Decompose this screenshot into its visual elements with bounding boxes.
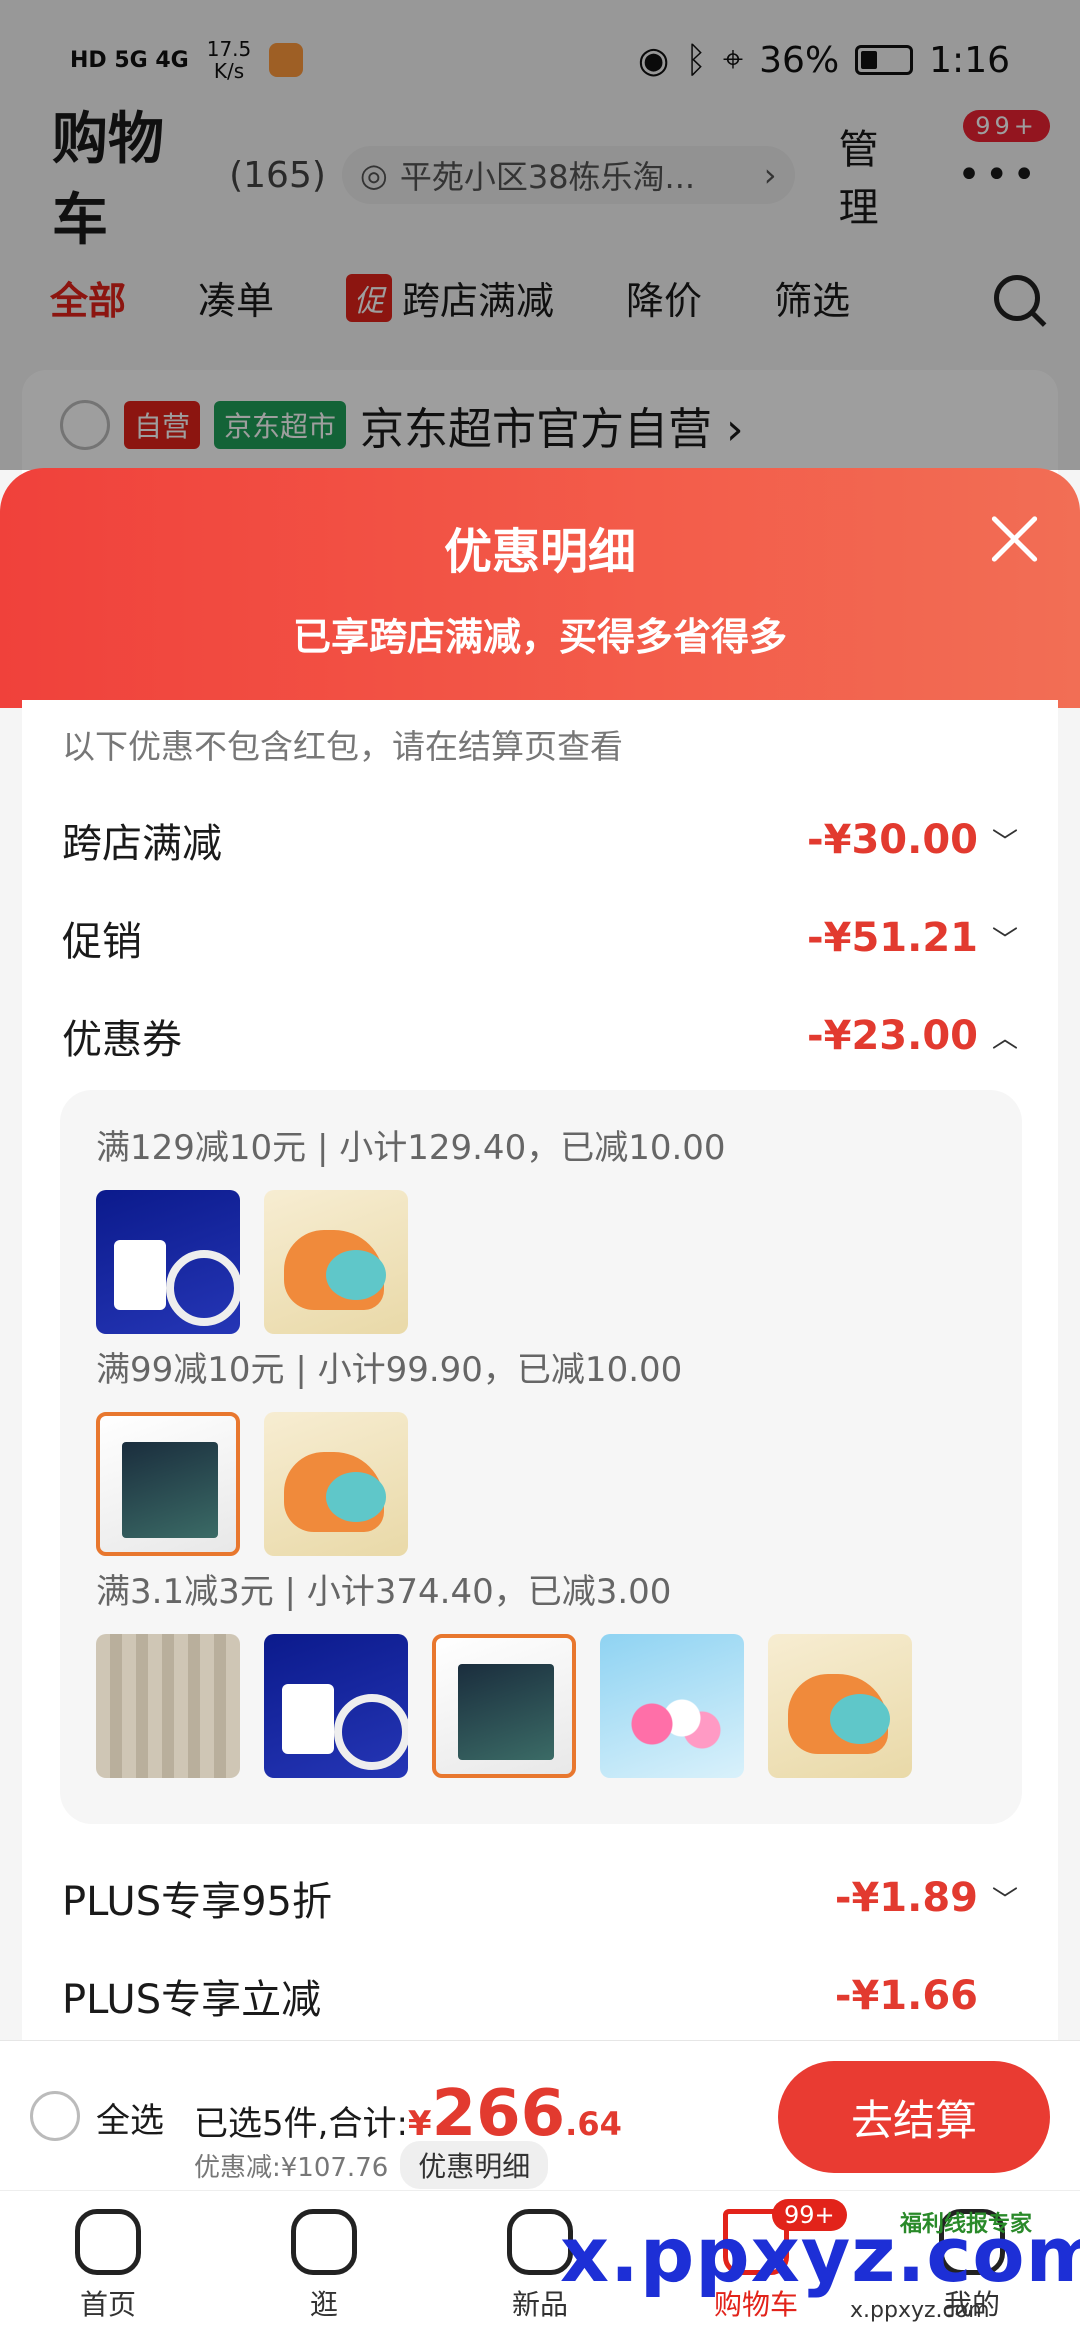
currency-symbol: ¥ <box>407 2104 432 2144</box>
total-price: 已选5件,合计: ¥ 266 .64 <box>194 2077 622 2151</box>
total-decimal: .64 <box>565 2105 622 2143</box>
watermark-sub: x.ppxyz.com <box>850 2298 990 2323</box>
product-thumbnail[interactable] <box>96 1190 240 1334</box>
product-thumbnail[interactable] <box>768 1634 912 1778</box>
discount-sheet-header: 优惠明细 已享跨店满减，买得多省得多 <box>0 468 1080 708</box>
chevron-down-icon: ﹀ <box>991 827 1018 858</box>
row-label: 促销 <box>62 919 142 965</box>
selected-summary: 已选5件,合计: <box>194 2104 408 2144</box>
promotion-row[interactable]: 促销 -¥51.21 ﹀ <box>62 898 1018 978</box>
modal-overlay[interactable] <box>0 0 1080 470</box>
select-all-radio[interactable] <box>30 2091 80 2141</box>
row-amount: -¥30.00 <box>807 817 978 863</box>
coupon-group-products <box>96 1634 912 1778</box>
nav-home[interactable]: 首页 <box>0 2191 216 2340</box>
coupon-group-title: 满3.1减3元 | 小计374.40，已减3.00 <box>96 1572 672 1612</box>
coupon-group-products <box>96 1412 408 1556</box>
chevron-down-icon: ﹀ <box>991 1885 1018 1916</box>
coupon-group-title: 满129减10元 | 小计129.40，已减10.00 <box>96 1128 726 1168</box>
row-label: PLUS专享95折 <box>62 1879 332 1925</box>
plus-discount-row[interactable]: PLUS专享95折 -¥1.89 ﹀ <box>62 1858 1018 1938</box>
coupon-group-products <box>96 1190 408 1334</box>
total-integer: 266 <box>431 2077 566 2151</box>
product-thumbnail[interactable] <box>432 1634 576 1778</box>
row-label: 跨店满减 <box>62 821 222 867</box>
chevron-down-icon: ﹀ <box>991 925 1018 956</box>
nav-browse[interactable]: 逛 <box>216 2191 432 2340</box>
watermark: x.ppxyz.com <box>560 2210 1080 2299</box>
discount-detail-button[interactable]: 优惠明细 <box>400 2141 549 2189</box>
row-amount: -¥23.00 <box>807 1013 978 1059</box>
discount-summary: 优惠减:¥107.76 优惠明细 <box>194 2141 549 2189</box>
select-all-label[interactable]: 全选 <box>96 2093 164 2142</box>
product-thumbnail[interactable] <box>96 1634 240 1778</box>
chevron-up-icon: ︿ <box>991 1023 1018 1054</box>
row-label: PLUS专享立减 <box>62 1977 322 2023</box>
checkout-bar: 全选 已选5件,合计: ¥ 266 .64 优惠减:¥107.76 优惠明细 去… <box>0 2040 1080 2190</box>
product-thumbnail[interactable] <box>264 1190 408 1334</box>
browse-icon <box>291 2209 357 2275</box>
home-icon <box>75 2209 141 2275</box>
product-thumbnail[interactable] <box>264 1412 408 1556</box>
coupon-row[interactable]: 优惠券 -¥23.00 ︿ <box>62 996 1018 1076</box>
row-amount: -¥1.89 <box>834 1875 978 1921</box>
row-amount: -¥51.21 <box>807 915 978 961</box>
checkout-button[interactable]: 去结算 <box>778 2061 1050 2173</box>
coupon-detail-box: 满129减10元 | 小计129.40，已减10.00 满99减10元 | 小计… <box>60 1090 1022 1824</box>
cross-store-discount-row[interactable]: 跨店满减 -¥30.00 ﹀ <box>62 800 1018 880</box>
plus-instant-discount-row: PLUS专享立减 -¥1.66 <box>62 1956 1018 2036</box>
discount-sheet-body: 以下优惠不包含红包，请在结算页查看 跨店满减 -¥30.00 ﹀ 促销 -¥51… <box>22 700 1058 2040</box>
coupon-group-title: 满99减10元 | 小计99.90，已减10.00 <box>96 1350 683 1390</box>
sheet-note: 以下优惠不包含红包，请在结算页查看 <box>62 727 623 766</box>
row-label: 优惠券 <box>62 1017 182 1063</box>
row-amount: -¥1.66 <box>834 1973 978 2019</box>
discount-amount: 优惠减:¥107.76 <box>194 2152 389 2183</box>
product-thumbnail[interactable] <box>264 1634 408 1778</box>
nav-label: 逛 <box>309 2288 338 2321</box>
nav-label: 首页 <box>79 2288 136 2321</box>
sheet-subtitle: 已享跨店满减，买得多省得多 <box>292 615 787 659</box>
close-icon[interactable] <box>980 504 1050 574</box>
product-thumbnail[interactable] <box>96 1412 240 1556</box>
product-thumbnail[interactable] <box>600 1634 744 1778</box>
sheet-title: 优惠明细 <box>443 524 636 580</box>
